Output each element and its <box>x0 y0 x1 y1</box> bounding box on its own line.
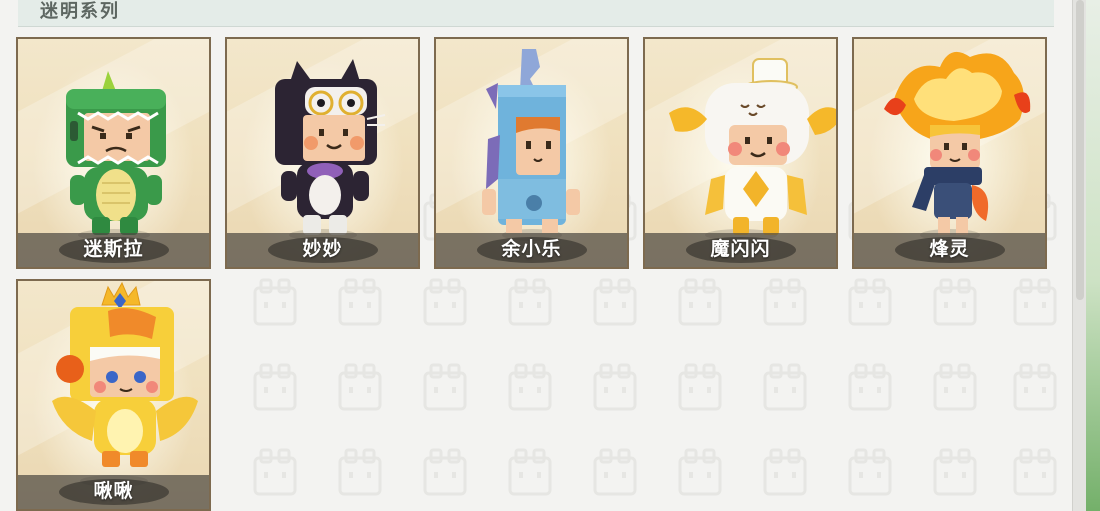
skin-card-feng-ling[interactable]: 烽灵 <box>852 37 1047 269</box>
skin-card-jiu-jiu[interactable]: 啾啾 <box>16 279 211 511</box>
skin-name: 啾啾 <box>93 480 134 502</box>
section-title: 迷明系列 <box>40 1 120 22</box>
skin-name: 魔闪闪 <box>710 238 771 260</box>
skin-card-yu-xiao-le[interactable]: 余小乐 <box>434 37 629 269</box>
skin-name: 余小乐 <box>501 238 562 260</box>
skin-card-mo-shan-shan[interactable]: 魔闪闪 <box>643 37 838 269</box>
skin-name: 迷斯拉 <box>83 238 144 260</box>
section-header: 迷明系列 <box>18 0 1054 27</box>
skin-name: 妙妙 <box>302 238 343 260</box>
skin-card-miao-miao[interactable]: 妙妙 <box>225 37 420 269</box>
skin-card-mi-si-la[interactable]: 迷斯拉 <box>16 37 211 269</box>
scrollbar-thumb[interactable] <box>1076 0 1084 300</box>
vertical-scrollbar[interactable] <box>1072 0 1087 511</box>
skin-panel: 迷明系列 迷斯拉 妙妙 余小乐 魔闪闪 烽灵 啾啾 <box>0 0 1072 511</box>
window-edge <box>1086 0 1100 511</box>
skin-name: 烽灵 <box>929 238 970 260</box>
